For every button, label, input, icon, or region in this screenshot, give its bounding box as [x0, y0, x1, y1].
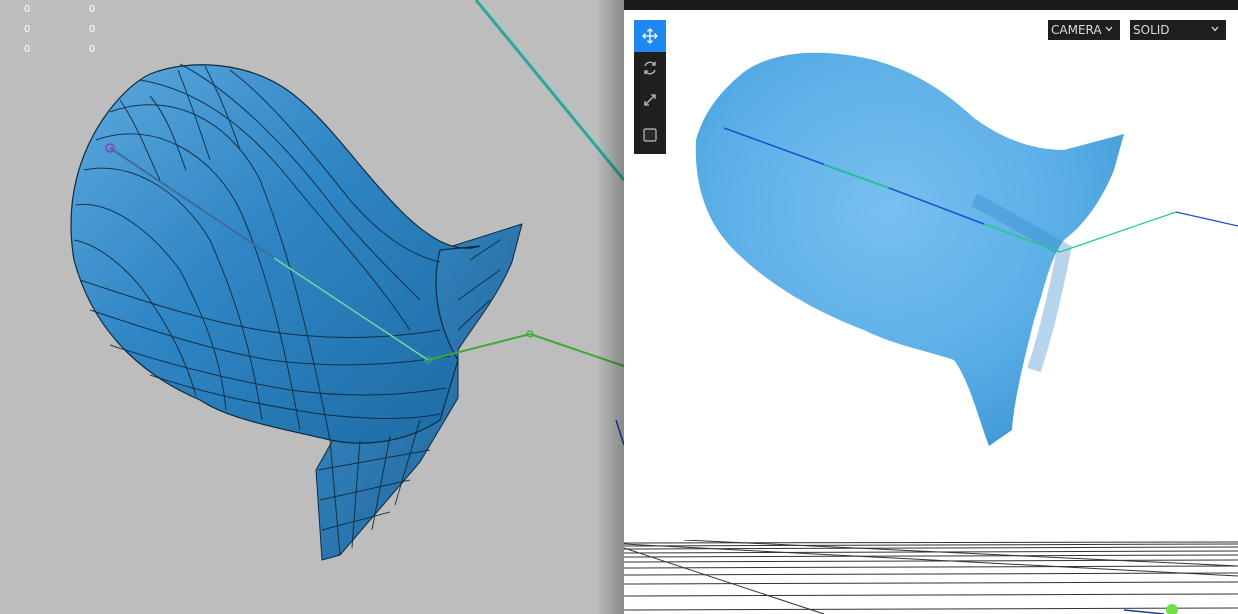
- move-icon: [642, 28, 658, 44]
- coordinate-row: 0 0: [24, 44, 96, 55]
- shading-dropdown-value: SOLID: [1133, 23, 1170, 37]
- chevron-down-icon: [1211, 26, 1219, 32]
- coordinate-row: 0 0: [24, 24, 96, 35]
- mesh-scene: [70, 0, 624, 561]
- coordinate-row: 0 0: [24, 4, 96, 15]
- move-tool-button[interactable]: [634, 20, 666, 52]
- panel-divider: [596, 0, 624, 614]
- ground-grid-lines: [624, 539, 1238, 614]
- origin-marker: [1166, 604, 1178, 614]
- scale-icon: [644, 94, 656, 106]
- render-preview-panel[interactable]: CAMERA SOLID: [624, 0, 1238, 614]
- shading-dropdown[interactable]: SOLID: [1130, 20, 1226, 40]
- box-select-tool-button[interactable]: [634, 119, 666, 151]
- chevron-down-icon: [1105, 26, 1113, 32]
- camera-dropdown-value: CAMERA: [1051, 23, 1102, 37]
- rotate-tool-button[interactable]: [634, 52, 666, 84]
- box-select-icon: [643, 128, 657, 142]
- rendered-mesh: [695, 52, 1238, 447]
- camera-dropdown[interactable]: CAMERA: [1048, 20, 1120, 40]
- scale-tool-button[interactable]: [634, 84, 666, 116]
- coordinate-readout: 0 0 0 0 0 0: [24, 0, 154, 60]
- rotate-icon: [644, 61, 656, 75]
- ground-grid[interactable]: [624, 539, 1238, 614]
- bone: [1175, 211, 1238, 227]
- transform-toolbar: [634, 20, 666, 154]
- modeling-viewport[interactable]: 0 0 0 0 0 0: [0, 0, 624, 614]
